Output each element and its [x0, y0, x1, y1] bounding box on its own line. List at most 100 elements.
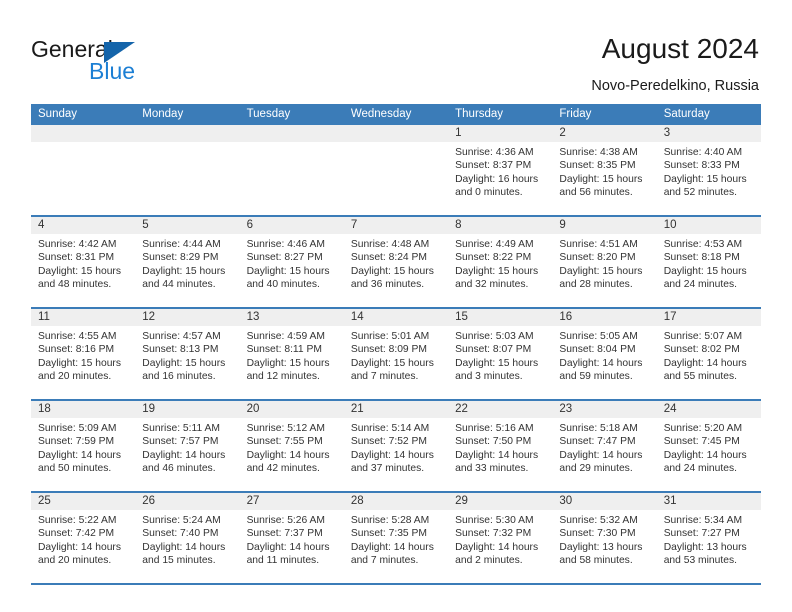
daylight-text: and 44 minutes.	[142, 279, 216, 291]
sunset-text: Sunset: 8:20 PM	[559, 252, 636, 264]
day-cell-26[interactable]: 26 Sunrise: 5:24 AM Sunset: 7:40 PM Dayligh…	[135, 493, 240, 583]
day-details: Sunrise: 5:07 AM Sunset: 8:02 PM Daylight:…	[657, 326, 761, 384]
week-cells: 18 Sunrise: 5:09 AM Sunset: 7:59 PM Dayligh…	[31, 401, 761, 491]
day-cell-16[interactable]: 16 Sunrise: 5:05 AM Sunset: 8:04 PM Dayligh…	[552, 309, 657, 399]
week-cells: 11 Sunrise: 4:55 AM Sunset: 8:16 PM Dayligh…	[31, 309, 761, 399]
day-details: Sunrise: 4:44 AM Sunset: 8:29 PM Daylight:…	[135, 234, 239, 292]
calendar-weeks: 1 Sunrise: 4:36 AM Sunset: 8:37 PM Daylight…	[31, 125, 761, 583]
day-cell-28[interactable]: 28 Sunrise: 5:28 AM Sunset: 7:35 PM Dayligh…	[343, 493, 449, 583]
daylight-text: Daylight: 14 hours	[455, 541, 539, 553]
day-details: Sunrise: 5:01 AM Sunset: 8:09 PM Daylight:…	[344, 326, 448, 384]
day-cell-27[interactable]: 27 Sunrise: 5:26 AM Sunset: 7:37 PM Dayligh…	[239, 493, 344, 583]
day-details: Sunrise: 5:03 AM Sunset: 8:07 PM Daylight:…	[448, 326, 552, 384]
day-number: 7	[343, 217, 449, 234]
sunset-text: Sunset: 8:35 PM	[559, 160, 636, 172]
day-cell-6[interactable]: 6 Sunrise: 4:46 AM Sunset: 8:27 PM Daylight…	[239, 217, 344, 307]
weekday-header-wednesday: Wednesday	[350, 108, 412, 120]
sunrise-text: Sunrise: 5:07 AM	[663, 331, 743, 342]
day-cell-13[interactable]: 13 Sunrise: 4:59 AM Sunset: 8:11 PM Dayligh…	[239, 309, 344, 399]
day-details: Sunrise: 4:51 AM Sunset: 8:20 PM Daylight:…	[552, 234, 656, 292]
daylight-text: Daylight: 14 hours	[38, 449, 121, 461]
sunrise-text: Sunrise: 4:44 AM	[142, 239, 221, 250]
day-cell-3[interactable]: 3 Sunrise: 4:40 AM Sunset: 8:33 PM Daylight…	[656, 125, 761, 215]
day-cell-7[interactable]: 7 Sunrise: 4:48 AM Sunset: 8:24 PM Daylight…	[343, 217, 449, 307]
day-cell-31[interactable]: 31 Sunrise: 5:34 AM Sunset: 7:27 PM Dayligh…	[656, 493, 761, 583]
day-details: Sunrise: 5:05 AM Sunset: 8:04 PM Daylight:…	[552, 326, 656, 384]
day-number: 17	[656, 309, 761, 326]
day-cell-1[interactable]: 1 Sunrise: 4:36 AM Sunset: 8:37 PM Daylight…	[448, 125, 553, 215]
calendar-grid: Sunday Monday Tuesday Wednesday Thursday Frid…	[31, 104, 761, 585]
daylight-text: Daylight: 14 hours	[142, 449, 226, 461]
day-details: Sunrise: 5:14 AM Sunset: 7:52 PM Daylight:…	[344, 418, 448, 476]
day-number: 24	[656, 401, 761, 418]
sunset-text: Sunset: 7:50 PM	[455, 436, 532, 448]
daylight-text: Daylight: 15 hours	[663, 173, 747, 185]
day-cell-25[interactable]: 25 Sunrise: 5:22 AM Sunset: 7:42 PM Dayligh…	[31, 493, 136, 583]
day-cell-12[interactable]: 12 Sunrise: 4:57 AM Sunset: 8:13 PM Dayligh…	[135, 309, 240, 399]
day-number: 28	[343, 493, 449, 510]
day-details: Sunrise: 4:49 AM Sunset: 8:22 PM Daylight:…	[448, 234, 552, 292]
day-cell-10[interactable]: 10 Sunrise: 4:53 AM Sunset: 8:18 PM Dayligh…	[656, 217, 761, 307]
weekday-header-saturday: Saturday	[663, 108, 710, 120]
day-number: 19	[135, 401, 240, 418]
day-cell-5[interactable]: 5 Sunrise: 4:44 AM Sunset: 8:29 PM Daylight…	[135, 217, 240, 307]
week-cells: 4 Sunrise: 4:42 AM Sunset: 8:31 PM Daylight…	[31, 217, 761, 307]
calendar-bottom-rule	[31, 583, 761, 585]
day-cell-9[interactable]: 9 Sunrise: 4:51 AM Sunset: 8:20 PM Daylight…	[552, 217, 657, 307]
daylight-text: and 32 minutes.	[455, 279, 529, 291]
day-cell-14[interactable]: 14 Sunrise: 5:01 AM Sunset: 8:09 PM Dayligh…	[343, 309, 449, 399]
sunrise-text: Sunrise: 5:20 AM	[663, 423, 743, 434]
calendar-page: General Blue August 2024 Novo-Peredelkin…	[0, 0, 792, 612]
sunset-text: Sunset: 8:13 PM	[142, 344, 219, 356]
day-cell-21[interactable]: 21 Sunrise: 5:14 AM Sunset: 7:52 PM Dayligh…	[343, 401, 449, 491]
day-number: 27	[239, 493, 344, 510]
daylight-text: Daylight: 15 hours	[246, 265, 330, 277]
daylight-text: Daylight: 15 hours	[38, 357, 121, 369]
daylight-text: and 37 minutes.	[350, 463, 425, 475]
day-cell-24[interactable]: 24 Sunrise: 5:20 AM Sunset: 7:45 PM Dayligh…	[656, 401, 761, 491]
daylight-text: Daylight: 16 hours	[455, 173, 539, 185]
sunrise-text: Sunrise: 5:05 AM	[559, 331, 638, 342]
day-details: Sunrise: 4:38 AM Sunset: 8:35 PM Daylight:…	[552, 142, 656, 200]
sunrise-text: Sunrise: 5:18 AM	[559, 423, 638, 434]
daylight-text: Daylight: 14 hours	[455, 449, 539, 461]
sunrise-text: Sunrise: 4:57 AM	[142, 331, 221, 342]
day-number: 5	[135, 217, 240, 234]
day-number: 2	[552, 125, 657, 142]
day-details: Sunrise: 4:48 AM Sunset: 8:24 PM Daylight:…	[344, 234, 448, 292]
day-number: 26	[135, 493, 240, 510]
sunset-text: Sunset: 8:18 PM	[663, 252, 740, 264]
sunrise-text: Sunrise: 4:49 AM	[455, 239, 534, 250]
daylight-text: and 15 minutes.	[142, 555, 216, 567]
day-cell-17[interactable]: 17 Sunrise: 5:07 AM Sunset: 8:02 PM Dayligh…	[656, 309, 761, 399]
day-details: Sunrise: 5:24 AM Sunset: 7:40 PM Daylight:…	[135, 510, 239, 568]
day-cell-23[interactable]: 23 Sunrise: 5:18 AM Sunset: 7:47 PM Dayligh…	[552, 401, 657, 491]
day-number	[239, 125, 344, 142]
day-cell-15[interactable]: 15 Sunrise: 5:03 AM Sunset: 8:07 PM Dayligh…	[448, 309, 553, 399]
day-cell-30[interactable]: 30 Sunrise: 5:32 AM Sunset: 7:30 PM Dayligh…	[552, 493, 657, 583]
weekday-header-sunday: Sunday	[38, 108, 78, 120]
sunset-text: Sunset: 7:37 PM	[246, 528, 323, 540]
logo-text-blue: Blue	[89, 58, 136, 84]
day-cell-19[interactable]: 19 Sunrise: 5:11 AM Sunset: 7:57 PM Dayligh…	[135, 401, 240, 491]
sunrise-text: Sunrise: 5:03 AM	[455, 331, 534, 342]
day-cell-20[interactable]: 20 Sunrise: 5:12 AM Sunset: 7:55 PM Dayligh…	[239, 401, 344, 491]
sunrise-text: Sunrise: 5:24 AM	[142, 515, 221, 526]
sunset-text: Sunset: 8:16 PM	[38, 344, 115, 356]
page-header: General Blue August 2024 Novo-Peredelkin…	[0, 0, 792, 104]
day-details: Sunrise: 4:57 AM Sunset: 8:13 PM Daylight:…	[135, 326, 239, 384]
daylight-text: and 24 minutes.	[663, 279, 737, 291]
general-blue-logo[interactable]: General Blue	[31, 36, 211, 86]
day-cell-11[interactable]: 11 Sunrise: 4:55 AM Sunset: 8:16 PM Dayligh…	[31, 309, 136, 399]
daylight-text: Daylight: 15 hours	[38, 265, 121, 277]
daylight-text: and 3 minutes.	[455, 371, 523, 383]
daylight-text: and 20 minutes.	[38, 555, 112, 567]
daylight-text: and 20 minutes.	[38, 371, 112, 383]
day-cell-29[interactable]: 29 Sunrise: 5:30 AM Sunset: 7:32 PM Dayligh…	[448, 493, 553, 583]
day-cell-8[interactable]: 8 Sunrise: 4:49 AM Sunset: 8:22 PM Daylight…	[448, 217, 553, 307]
day-cell-2[interactable]: 2 Sunrise: 4:38 AM Sunset: 8:35 PM Daylight…	[552, 125, 657, 215]
day-cell-18[interactable]: 18 Sunrise: 5:09 AM Sunset: 7:59 PM Dayligh…	[31, 401, 136, 491]
day-cell-4[interactable]: 4 Sunrise: 4:42 AM Sunset: 8:31 PM Daylight…	[31, 217, 136, 307]
day-details: Sunrise: 4:40 AM Sunset: 8:33 PM Daylight:…	[657, 142, 761, 200]
day-cell-22[interactable]: 22 Sunrise: 5:16 AM Sunset: 7:50 PM Dayligh…	[448, 401, 553, 491]
